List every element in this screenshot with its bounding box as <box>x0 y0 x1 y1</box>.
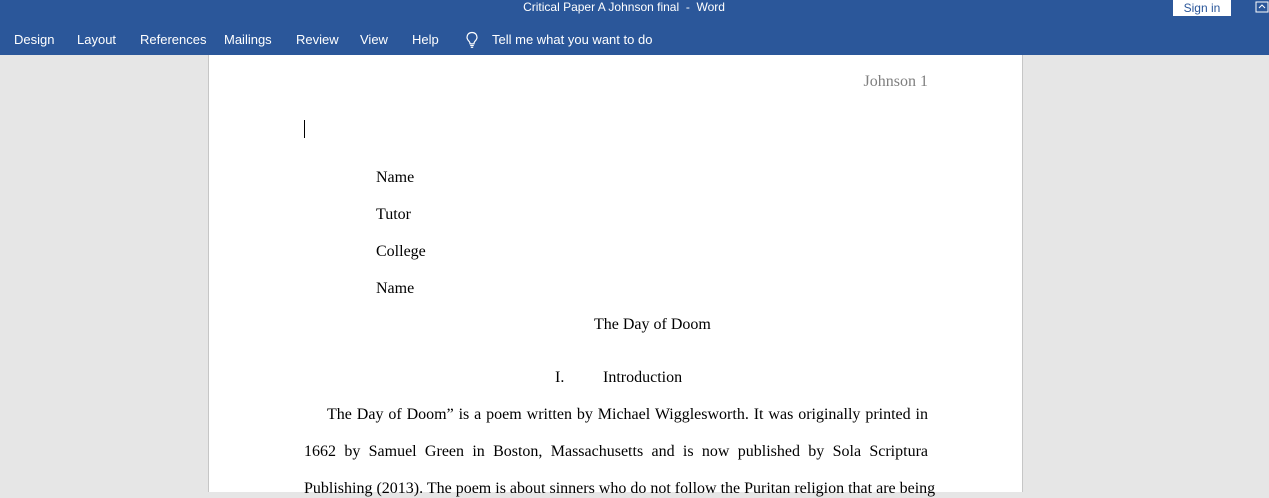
sign-in-button[interactable]: Sign in <box>1173 0 1231 16</box>
window-title: Critical Paper A Johnson final - Word <box>523 0 725 14</box>
heading-line: Name <box>376 280 415 297</box>
tab-help[interactable]: Help <box>412 32 439 48</box>
heading-line: Tutor <box>376 206 411 223</box>
ribbon-tabs: Design Layout References Mailings Review… <box>0 20 1269 55</box>
heading-line: College <box>376 243 426 260</box>
ribbon-display-options-icon[interactable] <box>1255 1 1269 13</box>
body-line: Publishing (2013). The poem is about sin… <box>304 480 936 497</box>
tab-mailings[interactable]: Mailings <box>224 32 272 48</box>
tab-view[interactable]: View <box>360 32 388 48</box>
section-number: I. <box>555 369 565 386</box>
page-header: Johnson 1 <box>863 73 928 90</box>
section-title: Introduction <box>603 369 683 386</box>
body-line: The Day of Doom” is a poem written by Mi… <box>327 406 928 423</box>
heading-line: Name <box>376 169 415 186</box>
tab-layout[interactable]: Layout <box>77 32 116 48</box>
tab-review[interactable]: Review <box>296 32 339 48</box>
text-cursor <box>304 120 305 138</box>
title-bar: Critical Paper A Johnson final - Word Si… <box>0 0 1269 20</box>
tell-me-search[interactable]: Tell me what you want to do <box>492 32 652 48</box>
body-line: 1662 by Samuel Green in Boston, Massachu… <box>304 443 928 460</box>
document-title: The Day of Doom <box>594 316 711 333</box>
tab-references[interactable]: References <box>140 32 206 48</box>
lightbulb-icon <box>466 31 478 48</box>
tab-design[interactable]: Design <box>14 32 54 48</box>
document-page[interactable] <box>208 55 1023 492</box>
